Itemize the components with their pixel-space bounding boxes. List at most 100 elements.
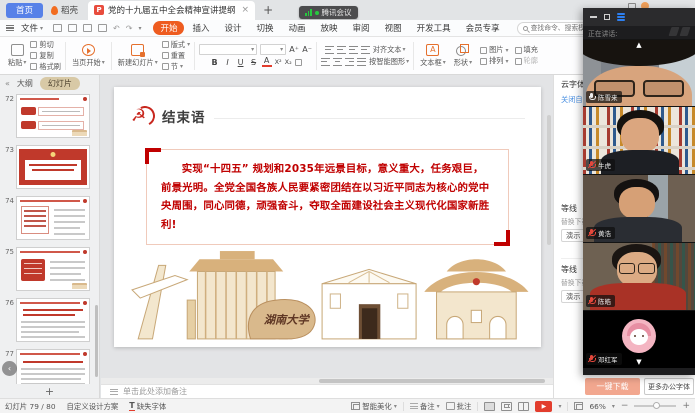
customize-toolbar-icon[interactable]: ▾ xyxy=(138,25,141,32)
menu-tab-home[interactable]: 开始 xyxy=(153,21,184,35)
font-family-combo[interactable]: ▾ xyxy=(199,44,257,55)
slide-thumbnail-74[interactable]: 74 xyxy=(2,196,95,240)
fit-to-window-icon[interactable] xyxy=(574,402,583,410)
hamburger-menu-icon[interactable] xyxy=(6,25,14,32)
notes-bar[interactable]: 单击此处添加备注 xyxy=(101,384,553,398)
align-right-icon[interactable] xyxy=(345,58,354,66)
collapse-panel-icon[interactable]: « xyxy=(5,79,10,88)
tab-docer[interactable]: 稻壳 xyxy=(43,3,86,18)
download-all-button[interactable]: 一键下载 xyxy=(585,378,640,395)
vertical-scrollbar[interactable] xyxy=(547,115,551,245)
zoom-slider[interactable] xyxy=(634,405,676,407)
reading-view-button[interactable] xyxy=(518,402,529,411)
slide-thumbnail-75[interactable]: 75 xyxy=(2,247,95,291)
menu-tab-design[interactable]: 设计 xyxy=(217,21,248,35)
new-tab-button[interactable]: + xyxy=(263,4,273,16)
slide-thumbnail-preview[interactable] xyxy=(16,196,90,240)
tab-outline[interactable]: 大纲 xyxy=(17,78,33,89)
outline-button[interactable]: 轮廓 xyxy=(515,56,538,66)
tencent-meeting-status-pill[interactable]: 腾讯会议 xyxy=(299,6,358,19)
underline-button[interactable]: U xyxy=(236,58,246,67)
slide-title[interactable]: 结束语 xyxy=(162,106,206,126)
slide-thumbnail-preview[interactable] xyxy=(16,145,90,189)
justify-icon[interactable] xyxy=(357,58,366,66)
print-icon[interactable] xyxy=(83,24,92,32)
minimize-icon[interactable] xyxy=(590,16,597,18)
smart-graphic-button[interactable]: 按智能图形▾ xyxy=(369,57,409,67)
design-scheme-button[interactable]: 自定义设计方案 xyxy=(67,401,119,412)
maximize-icon[interactable] xyxy=(604,14,610,20)
menu-tab-developer[interactable]: 开发工具 xyxy=(410,21,458,35)
tab-slides[interactable]: 幻灯片 xyxy=(40,77,80,90)
copy-button[interactable]: 复制 xyxy=(30,51,61,61)
normal-view-button[interactable] xyxy=(484,402,495,411)
comments-button[interactable]: 批注 xyxy=(446,401,472,412)
align-left-icon[interactable] xyxy=(321,58,330,66)
menu-tab-view[interactable]: 视图 xyxy=(378,21,409,35)
more-office-fonts-button[interactable]: 更多办公字体 xyxy=(644,378,694,395)
start-from-page-button[interactable]: 当页开始▾ xyxy=(70,44,107,68)
participant-video-5[interactable]: ▼ 邓红军 xyxy=(583,310,695,368)
add-slide-button[interactable]: + xyxy=(0,384,99,398)
new-slide-button[interactable]: 新建幻灯片▾ xyxy=(116,44,160,68)
text-highlight-icon[interactable] xyxy=(295,59,302,66)
section-button[interactable]: 节▾ xyxy=(162,62,190,72)
redo-icon[interactable]: ↷ xyxy=(126,24,133,33)
slide-thumbnail-76[interactable]: 76 xyxy=(2,298,95,342)
save-icon[interactable] xyxy=(53,24,62,32)
menu-tab-slideshow[interactable]: 放映 xyxy=(314,21,345,35)
file-menu[interactable]: 文件 ▾ xyxy=(21,22,43,34)
picture-button[interactable]: 图片▾ xyxy=(480,45,508,55)
format-painter-button[interactable]: 格式刷 xyxy=(30,62,61,72)
slideshow-play-button[interactable]: ▶ xyxy=(535,401,552,412)
participant-video-1[interactable]: ▲ 陈雪来 xyxy=(583,39,695,106)
current-slide[interactable]: ☭ 结束语 实现“十四五” 规划和2035年远景目标，意义重大，任务艰巨，前景光… xyxy=(114,87,541,347)
superscript-button[interactable]: X² xyxy=(275,58,282,66)
collapse-up-icon[interactable]: ▲ xyxy=(636,41,641,49)
cut-button[interactable]: 剪切 xyxy=(30,40,61,50)
slide-thumbnail-preview[interactable] xyxy=(16,247,90,291)
undo-icon[interactable]: ↶ xyxy=(113,24,120,33)
notes-toggle-button[interactable]: 备注 ▾ xyxy=(410,401,440,412)
font-color-button[interactable]: A xyxy=(262,57,272,67)
reset-button[interactable]: 重置 xyxy=(162,51,190,61)
layout-button[interactable]: 版式▾ xyxy=(162,40,190,50)
slide-body-text[interactable]: 实现“十四五” 规划和2035年远景目标，意义重大，任务艰巨，前景光明。全党全国… xyxy=(161,160,494,234)
strikethrough-button[interactable]: S xyxy=(249,58,259,67)
panel-scrollbar[interactable] xyxy=(95,305,98,377)
shapes-button[interactable]: 形状▾ xyxy=(452,44,474,68)
align-text-button[interactable]: 对齐文本▾ xyxy=(373,45,406,55)
zoom-slider-knob[interactable] xyxy=(653,402,660,409)
zoom-level[interactable]: 66% xyxy=(589,402,605,411)
font-size-combo[interactable]: ▾ xyxy=(260,44,286,55)
subscript-button[interactable]: X₂ xyxy=(285,58,292,66)
close-tab-icon[interactable]: × xyxy=(242,5,250,15)
align-center-icon[interactable] xyxy=(333,58,342,66)
menu-tab-member[interactable]: 会员专享 xyxy=(459,21,507,35)
line-spacing-icon[interactable] xyxy=(361,46,370,54)
meeting-menu-icon[interactable] xyxy=(617,13,625,21)
bold-button[interactable]: B xyxy=(210,58,220,67)
zoom-out-button[interactable]: − xyxy=(621,402,629,411)
zoom-in-button[interactable]: + xyxy=(682,402,690,411)
fill-button[interactable]: 填充 xyxy=(515,45,538,55)
decrease-font-button[interactable]: A⁻ xyxy=(302,45,312,54)
numbered-list-icon[interactable] xyxy=(337,46,346,54)
increase-font-button[interactable]: A⁺ xyxy=(289,45,299,54)
missing-fonts-button[interactable]: T 缺失字体 xyxy=(129,401,166,412)
paste-button[interactable]: 粘贴▾ xyxy=(6,44,28,68)
smart-beautify-button[interactable]: 智能美化 ▾ xyxy=(351,401,397,412)
print-preview-icon[interactable] xyxy=(98,24,107,32)
tab-home[interactable]: 首页 xyxy=(6,3,43,18)
italic-button[interactable]: I xyxy=(223,58,233,67)
slide-thumbnail-preview[interactable] xyxy=(16,298,90,342)
menu-tab-review[interactable]: 审阅 xyxy=(346,21,377,35)
bullet-list-icon[interactable] xyxy=(325,46,334,54)
menu-tab-insert[interactable]: 插入 xyxy=(185,21,216,35)
collapse-panel-button[interactable]: ‹ xyxy=(2,361,17,376)
indent-decrease-icon[interactable] xyxy=(349,46,358,54)
slide-thumbnail-preview[interactable] xyxy=(16,349,90,384)
participant-video-3[interactable]: 黄浩 xyxy=(583,174,695,242)
menu-tab-transition[interactable]: 切换 xyxy=(250,21,281,35)
slide-sorter-view-button[interactable] xyxy=(501,402,512,411)
